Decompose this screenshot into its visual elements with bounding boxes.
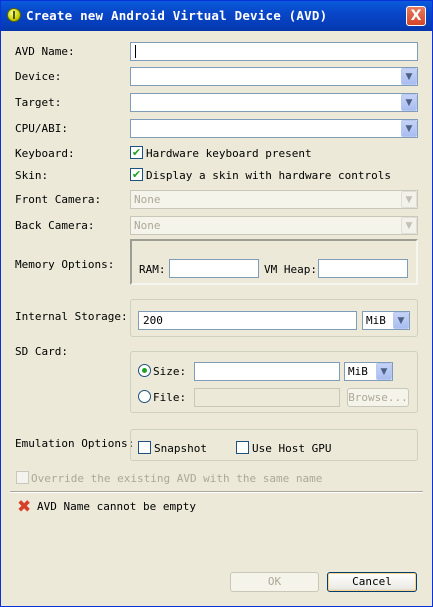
text-cursor (135, 45, 136, 58)
error-x-icon: ✖ (17, 497, 32, 517)
skin-checkbox[interactable]: ✔ (130, 168, 143, 181)
skin-label: Skin: (15, 169, 49, 182)
back-camera-value: None (134, 219, 161, 232)
device-label: Device: (15, 70, 62, 83)
internal-storage-label: Internal Storage: (15, 310, 128, 323)
target-select[interactable]: ▼ (130, 93, 418, 112)
cancel-button[interactable]: Cancel (327, 572, 417, 592)
chevron-down-icon: ▼ (401, 217, 417, 234)
avd-name-input[interactable] (130, 42, 418, 61)
error-message: AVD Name cannot be empty (37, 500, 196, 513)
vm-heap-input[interactable] (318, 259, 408, 278)
chevron-down-icon: ▼ (401, 191, 417, 208)
cpu-abi-select[interactable]: ▼ (130, 119, 418, 138)
device-select[interactable]: ▼ (130, 67, 418, 86)
internal-storage-input[interactable]: 200 (138, 311, 357, 330)
check-icon: ✔ (131, 168, 142, 181)
keyboard-label: Keyboard: (15, 147, 75, 160)
avd-name-label: AVD Name: (15, 45, 75, 58)
sd-card-file-input[interactable] (194, 388, 340, 407)
ram-input[interactable] (169, 259, 259, 278)
emulation-options-label: Emulation Options: (15, 437, 135, 450)
chevron-down-icon[interactable]: ▼ (376, 363, 392, 380)
browse-button[interactable]: Browse... (347, 388, 409, 407)
chevron-down-icon[interactable]: ▼ (401, 120, 417, 137)
memory-options-label: Memory Options: (15, 258, 115, 271)
sd-card-size-input[interactable] (194, 362, 340, 381)
back-camera-select[interactable]: None ▼ (130, 216, 418, 235)
sd-card-size-unit: MiB (348, 365, 368, 378)
ok-button[interactable]: OK (230, 572, 319, 592)
override-label[interactable]: Override the existing AVD with the same … (31, 472, 322, 485)
back-camera-label: Back Camera: (15, 219, 95, 232)
front-camera-select[interactable]: None ▼ (130, 190, 418, 209)
sd-card-size-unit-select[interactable]: MiB ▼ (344, 362, 393, 381)
avd-dialog: Create new Android Virtual Device (AVD) … (0, 0, 433, 607)
internal-storage-unit: MiB (366, 314, 386, 327)
cpu-abi-label: CPU/ABI: (15, 122, 68, 135)
android-sdk-icon (7, 8, 21, 22)
internal-storage-unit-select[interactable]: MiB ▼ (362, 311, 410, 330)
window-title: Create new Android Virtual Device (AVD) (26, 8, 328, 23)
use-host-gpu-label[interactable]: Use Host GPU (252, 442, 331, 455)
vm-heap-label: VM Heap: (264, 263, 317, 276)
chevron-down-icon[interactable]: ▼ (393, 312, 409, 329)
keyboard-checkbox[interactable]: ✔ (130, 146, 143, 159)
check-icon: ✔ (131, 146, 142, 159)
title-bar[interactable]: Create new Android Virtual Device (AVD) … (1, 1, 432, 31)
skin-checkbox-label[interactable]: Display a skin with hardware controls (146, 169, 391, 182)
snapshot-label[interactable]: Snapshot (154, 442, 207, 455)
sd-card-file-label[interactable]: File: (153, 391, 186, 404)
keyboard-checkbox-label[interactable]: Hardware keyboard present (146, 147, 312, 160)
close-button[interactable]: X (406, 6, 426, 26)
sd-card-size-radio[interactable] (138, 364, 151, 377)
chevron-down-icon[interactable]: ▼ (401, 94, 417, 111)
sd-card-size-label[interactable]: Size: (153, 365, 186, 378)
ram-label: RAM: (139, 263, 166, 276)
front-camera-value: None (134, 193, 161, 206)
sd-card-file-radio[interactable] (138, 390, 151, 403)
front-camera-label: Front Camera: (15, 193, 102, 206)
snapshot-checkbox[interactable] (138, 441, 151, 454)
override-checkbox[interactable] (16, 471, 29, 484)
separator (10, 491, 423, 493)
chevron-down-icon[interactable]: ▼ (401, 68, 417, 85)
use-host-gpu-checkbox[interactable] (236, 441, 249, 454)
target-label: Target: (15, 96, 62, 109)
sd-card-label: SD Card: (15, 345, 68, 358)
